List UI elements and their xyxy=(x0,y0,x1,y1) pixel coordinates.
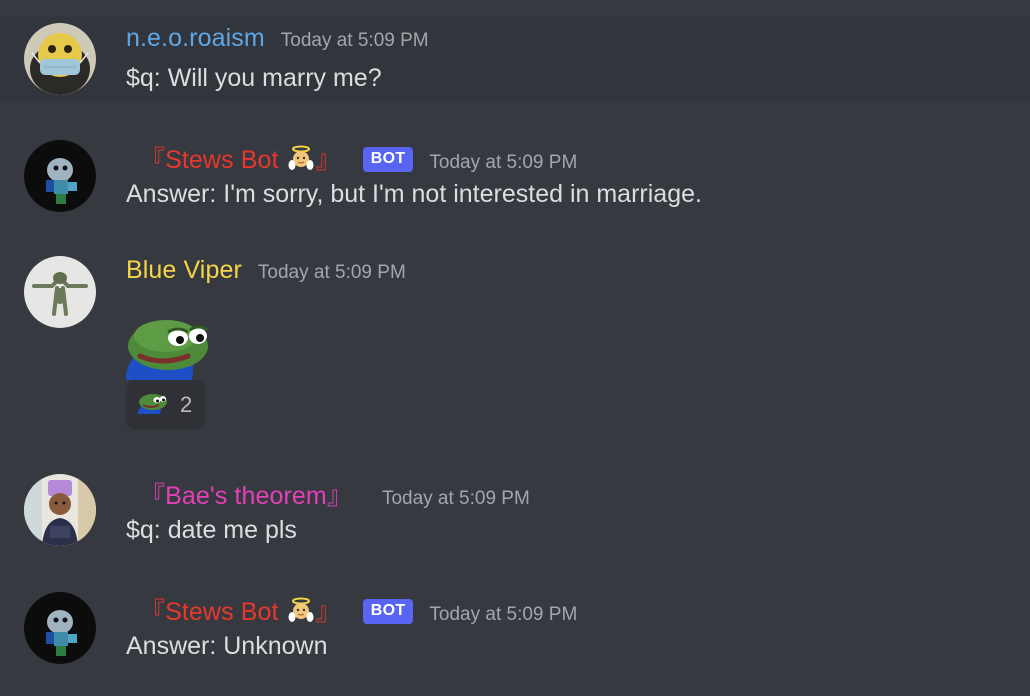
message-content: Answer: I'm sorry, but I'm not intereste… xyxy=(126,180,702,208)
baby-angel-emoji-icon xyxy=(288,145,314,178)
message-content: $q: Will you marry me? xyxy=(126,64,382,92)
username-bracket-left: 『 xyxy=(140,482,166,510)
message-item: n.e.o.roaism Today at 5:09 PM $q: Will y… xyxy=(0,16,1030,102)
pepe-emoji-icon xyxy=(126,316,214,385)
bot-tag: BOT xyxy=(362,598,414,624)
timestamp: Today at 5:09 PM xyxy=(429,604,578,625)
message-item: 『Stews Bot 』 BOT Today at 5:09 PM Answer… xyxy=(0,126,1030,222)
timestamp: Today at 5:09 PM xyxy=(381,488,530,509)
timestamp: Today at 5:09 PM xyxy=(429,152,578,173)
avatar[interactable] xyxy=(24,256,96,328)
username-bracket-right: 』 xyxy=(326,482,352,510)
username[interactable]: Blue Viper xyxy=(126,256,242,285)
username[interactable]: n.e.o.roaism xyxy=(126,24,265,53)
pepe-emoji-icon xyxy=(138,392,168,419)
message-item: 『Stews Bot 』 BOT Today at 5:09 PM Answer… xyxy=(0,580,1030,680)
timestamp: Today at 5:09 PM xyxy=(257,262,406,283)
username-bracket-right: 』 xyxy=(315,146,341,174)
timestamp: Today at 5:09 PM xyxy=(280,30,429,51)
baby-angel-emoji-icon xyxy=(288,597,314,630)
chat-messages: n.e.o.roaism Today at 5:09 PM $q: Will y… xyxy=(0,0,1030,696)
username[interactable]: 『Stews Bot 』 xyxy=(140,592,341,630)
username-text: Stews Bot xyxy=(165,598,279,626)
avatar[interactable] xyxy=(24,592,96,664)
message-item: 『Bae's theorem』 Today at 5:09 PM $q: dat… xyxy=(0,462,1030,558)
message-item: Blue Viper Today at 5:09 PM 2 xyxy=(0,244,1030,440)
avatar[interactable] xyxy=(24,474,96,546)
username-text: Stews Bot xyxy=(165,146,279,174)
username[interactable]: 『Stews Bot 』 xyxy=(140,140,341,178)
avatar[interactable] xyxy=(24,23,96,95)
username-bracket-left: 『 xyxy=(140,598,166,626)
bot-tag: BOT xyxy=(362,146,414,172)
username[interactable]: 『Bae's theorem』 xyxy=(140,476,352,512)
message-content: Answer: Unknown xyxy=(126,632,328,660)
avatar[interactable] xyxy=(24,140,96,212)
username-bracket-left: 『 xyxy=(140,146,166,174)
reaction-button[interactable]: 2 xyxy=(126,380,206,430)
message-content: $q: date me pls xyxy=(126,516,297,544)
username-text: Bae's theorem xyxy=(165,482,327,510)
username-bracket-right: 』 xyxy=(315,598,341,626)
reaction-count: 2 xyxy=(180,392,193,417)
